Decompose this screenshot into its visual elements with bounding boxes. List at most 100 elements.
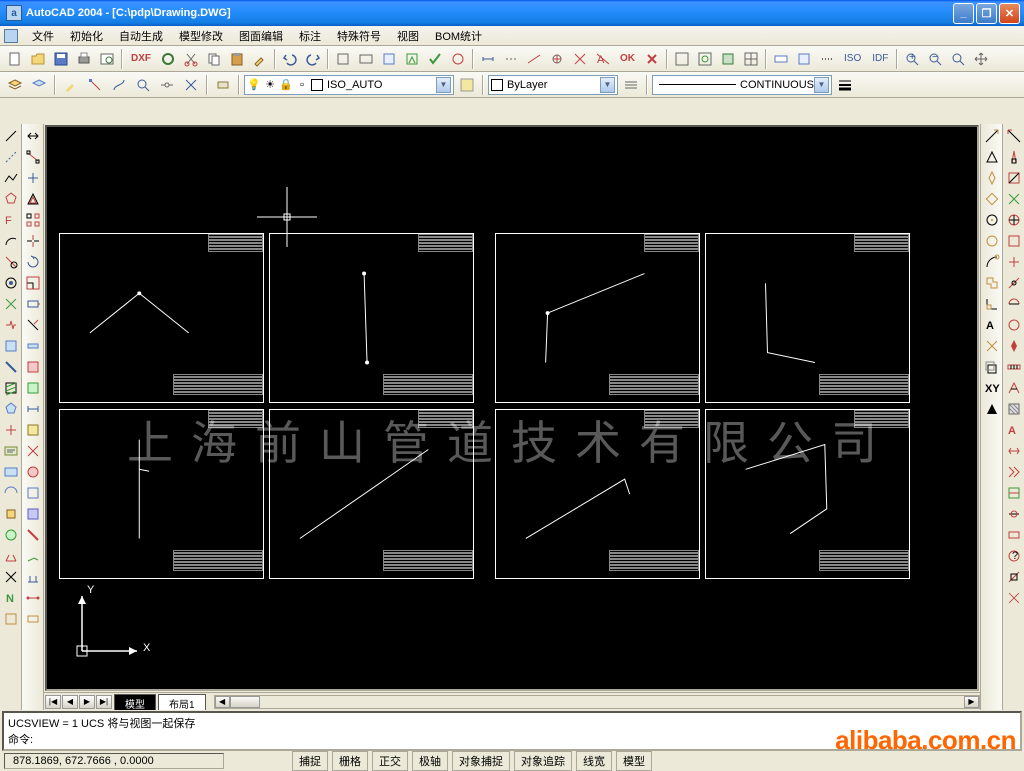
lwt-toggle[interactable]: 线宽	[576, 751, 612, 771]
menu-autogen[interactable]: 自动生成	[111, 26, 171, 46]
osnap-tan[interactable]: A	[982, 315, 1002, 335]
spline-tool[interactable]	[1, 294, 21, 314]
tab-layout1[interactable]: 布局1	[158, 694, 206, 710]
scale-tool[interactable]	[23, 273, 43, 293]
paste-button[interactable]	[226, 48, 248, 70]
tool-r6[interactable]	[1004, 231, 1024, 251]
osnap-ins[interactable]	[982, 273, 1002, 293]
tool-l23[interactable]: N	[1, 588, 21, 608]
tool-m19[interactable]	[23, 504, 43, 524]
redo-button[interactable]	[302, 48, 324, 70]
linetype-tool[interactable]	[620, 74, 642, 96]
tool-m23[interactable]	[23, 588, 43, 608]
zoom-window[interactable]: −	[924, 48, 946, 70]
plot-preview-button[interactable]	[96, 48, 118, 70]
tool-r9[interactable]	[1004, 294, 1024, 314]
tool-r11[interactable]	[1004, 336, 1024, 356]
hatch-tool[interactable]	[1, 378, 21, 398]
iso-text[interactable]: ISO	[839, 48, 866, 70]
close-button[interactable]: ✕	[999, 3, 1020, 24]
array-tool[interactable]	[23, 210, 43, 230]
tool-c[interactable]	[378, 48, 400, 70]
tool-r14[interactable]	[1004, 399, 1024, 419]
menu-drawedit[interactable]: 图面编辑	[231, 26, 291, 46]
fillet-tool[interactable]	[23, 399, 43, 419]
tool-m20[interactable]	[23, 525, 43, 545]
mass-tool[interactable]	[1004, 168, 1024, 188]
region-tool[interactable]	[1, 399, 21, 419]
tool-l21[interactable]	[1, 546, 21, 566]
dim-c[interactable]	[523, 48, 545, 70]
tool-p2[interactable]	[84, 74, 106, 96]
menu-file[interactable]: 文件	[24, 26, 62, 46]
chamfer-tool[interactable]	[23, 378, 43, 398]
undo-button[interactable]	[279, 48, 301, 70]
layer-dropdown[interactable]: 💡 ☀ 🔒 ▫ ISO_AUTO ▼	[244, 75, 454, 95]
tool-l20[interactable]	[1, 525, 21, 545]
insert-tool[interactable]	[1, 315, 21, 335]
idf-text[interactable]: IDF	[867, 48, 893, 70]
osnap-node[interactable]	[982, 189, 1002, 209]
dim-f[interactable]: A	[592, 48, 614, 70]
tool-m17[interactable]	[23, 462, 43, 482]
tool-r18[interactable]	[1004, 483, 1024, 503]
tool-icon[interactable]	[157, 48, 179, 70]
rect-tool[interactable]: F	[1, 210, 21, 230]
mtext-tool[interactable]	[1, 441, 21, 461]
tool-r8[interactable]	[1004, 273, 1024, 293]
erase-tool[interactable]	[23, 126, 43, 146]
osnap-none[interactable]	[982, 399, 1002, 419]
ellipse-tool[interactable]	[1, 273, 21, 293]
tool-check[interactable]	[424, 48, 446, 70]
list-tool[interactable]	[1004, 189, 1024, 209]
menu-init[interactable]: 初始化	[62, 26, 111, 46]
block-tool[interactable]	[1, 336, 21, 356]
zoom-previous[interactable]	[947, 48, 969, 70]
lineweight-tool[interactable]	[834, 74, 856, 96]
tool-a[interactable]	[332, 48, 354, 70]
open-button[interactable]	[27, 48, 49, 70]
layer-prev-button[interactable]	[28, 74, 50, 96]
menu-special[interactable]: 特殊符号	[329, 26, 389, 46]
tool-r21[interactable]: ?	[1004, 546, 1024, 566]
save-button[interactable]	[50, 48, 72, 70]
new-button[interactable]	[4, 48, 26, 70]
move-tool[interactable]	[23, 231, 43, 251]
tool-r7[interactable]	[1004, 252, 1024, 272]
osnap-qua[interactable]	[982, 210, 1002, 230]
tool-r15[interactable]: A	[1004, 420, 1024, 440]
osnap-cen[interactable]	[982, 168, 1002, 188]
break-tool[interactable]	[23, 357, 43, 377]
tab-last-button[interactable]: ▶|	[96, 695, 112, 709]
dim-a[interactable]	[477, 48, 499, 70]
osnap-mid[interactable]	[982, 147, 1002, 167]
id-tool[interactable]	[1004, 210, 1024, 230]
tool-r10[interactable]	[1004, 315, 1024, 335]
scroll-right-button[interactable]: ▶	[964, 696, 979, 708]
text-tool[interactable]	[1, 420, 21, 440]
osnap-per[interactable]	[982, 294, 1002, 314]
tool-m21[interactable]	[23, 546, 43, 566]
menu-modelmod[interactable]: 模型修改	[171, 26, 231, 46]
layer-tool-a[interactable]	[456, 74, 478, 96]
pline-tool[interactable]	[1, 168, 21, 188]
layer-manager-button[interactable]	[4, 74, 26, 96]
dxf-button[interactable]: DXF	[126, 48, 156, 70]
tool-r12[interactable]	[1004, 357, 1024, 377]
tool-p3[interactable]	[108, 74, 130, 96]
spec-a[interactable]	[770, 48, 792, 70]
menu-view[interactable]: 视图	[389, 26, 427, 46]
view-a[interactable]	[671, 48, 693, 70]
tool-l18[interactable]	[1, 483, 21, 503]
linetype-dropdown[interactable]: CONTINUOUS ▼	[652, 75, 832, 95]
minimize-button[interactable]: _	[953, 3, 974, 24]
tool-l22[interactable]	[1, 567, 21, 587]
ray-tool[interactable]	[1, 147, 21, 167]
tool-p7[interactable]	[212, 74, 234, 96]
tool-m22[interactable]	[23, 567, 43, 587]
color-dropdown[interactable]: ByLayer ▼	[488, 75, 618, 95]
tab-first-button[interactable]: |◀	[45, 695, 61, 709]
spec-b[interactable]	[793, 48, 815, 70]
extend-tool[interactable]	[23, 336, 43, 356]
tool-r17[interactable]	[1004, 462, 1024, 482]
